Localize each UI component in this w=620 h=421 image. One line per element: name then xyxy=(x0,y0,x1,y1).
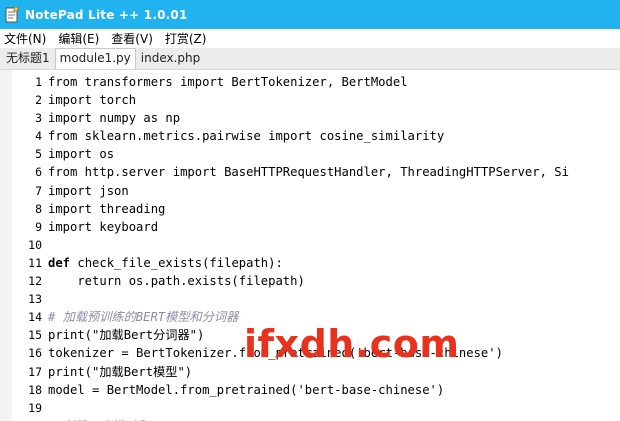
line-number: 14 xyxy=(28,310,42,325)
line-number: 4 xyxy=(35,129,42,144)
line-number: 11 xyxy=(28,255,42,270)
line-text: from sklearn.metrics.pairwise import cos… xyxy=(48,129,445,144)
line-number: 10 xyxy=(28,237,42,252)
code-line[interactable]: 8 import threading xyxy=(0,200,620,218)
line-number: 7 xyxy=(35,183,42,198)
code-line[interactable]: 10 xyxy=(0,236,620,254)
line-number: 19 xyxy=(28,400,42,415)
line-text: print("加载Bert模型") xyxy=(48,364,193,379)
line-text: import json xyxy=(48,183,129,198)
tab-bar: 无标题1 module1.py index.php xyxy=(0,48,620,70)
code-line[interactable]: 6 from http.server import BaseHTTPRequest… xyxy=(0,163,620,181)
line-text: import os xyxy=(48,147,115,162)
line-number: 13 xyxy=(28,292,42,307)
menu-file[interactable]: 文件(N) xyxy=(4,30,46,47)
line-text: import torch xyxy=(48,93,137,108)
menu-edit[interactable]: 编辑(E) xyxy=(58,30,99,47)
line-number: 2 xyxy=(35,93,42,108)
code-line[interactable]: 18 model = BertModel.from_pretrained('ber… xyxy=(0,381,620,399)
line-text: # 创建一个锁对象 xyxy=(48,417,148,421)
line-number: 12 xyxy=(28,274,42,289)
code-line[interactable]: 11 def check_file_exists(filepath): xyxy=(0,254,620,272)
line-number: 15 xyxy=(28,328,42,343)
tab-untitled-1[interactable]: 无标题1 xyxy=(2,49,54,69)
line-text: # 加载预训练的BERT模型和分词器 xyxy=(48,310,239,325)
title-bar: NotePad Lite ++ 1.0.01 xyxy=(0,0,620,29)
code-line[interactable]: 12 return os.path.exists(filepath) xyxy=(0,272,620,290)
code-line[interactable]: 20# 创建一个锁对象 xyxy=(0,417,620,421)
code-line[interactable]: 4 from sklearn.metrics.pairwise import co… xyxy=(0,127,620,145)
line-number: 5 xyxy=(35,147,42,162)
line-number: 8 xyxy=(35,201,42,216)
line-text: return os.path.exists(filepath) xyxy=(48,274,305,289)
line-text: import threading xyxy=(48,201,166,216)
line-number: 17 xyxy=(28,364,42,379)
notepad-icon[interactable] xyxy=(5,6,19,23)
line-number: 9 xyxy=(35,219,42,234)
line-text: import numpy as np xyxy=(48,111,181,126)
code-lines[interactable]: 1 from transformers import BertTokenizer,… xyxy=(0,73,620,421)
code-line[interactable]: 2 import torch xyxy=(0,91,620,109)
code-line[interactable]: 5 import os xyxy=(0,145,620,163)
line-number: 16 xyxy=(28,346,42,361)
line-text: from http.server import BaseHTTPRequestH… xyxy=(48,165,569,180)
line-number: 3 xyxy=(35,111,42,126)
code-line[interactable]: 13 xyxy=(0,290,620,308)
line-number: 18 xyxy=(28,382,42,397)
window-title: NotePad Lite ++ 1.0.01 xyxy=(25,7,188,22)
line-number: 1 xyxy=(35,75,42,89)
code-line[interactable]: 9 import keyboard xyxy=(0,218,620,236)
code-line[interactable]: 7 import json xyxy=(0,182,620,200)
menu-view[interactable]: 查看(V) xyxy=(111,30,153,47)
tab-index-php[interactable]: index.php xyxy=(137,49,204,69)
line-text: import keyboard xyxy=(48,219,159,234)
line-number: 20 xyxy=(0,417,48,421)
line-text: def check_file_exists(filepath): xyxy=(48,255,283,270)
line-text: from transformers import BertTokenizer, … xyxy=(48,75,408,89)
watermark: ifxdh.com xyxy=(244,322,460,366)
code-line[interactable]: 1 from transformers import BertTokenizer,… xyxy=(0,73,620,91)
tab-module1-py[interactable]: module1.py xyxy=(54,48,136,69)
line-text: print("加载Bert分词器") xyxy=(48,328,205,343)
menu-bar: 文件(N) 编辑(E) 查看(V) 打赏(Z) xyxy=(0,29,620,48)
code-line[interactable]: 3 import numpy as np xyxy=(0,109,620,127)
code-line[interactable]: 19 xyxy=(0,399,620,417)
line-number: 6 xyxy=(35,165,42,180)
line-text: model = BertModel.from_pretrained('bert-… xyxy=(48,382,445,397)
menu-donate[interactable]: 打赏(Z) xyxy=(165,30,207,47)
code-editor[interactable]: 1 from transformers import BertTokenizer,… xyxy=(0,70,620,421)
